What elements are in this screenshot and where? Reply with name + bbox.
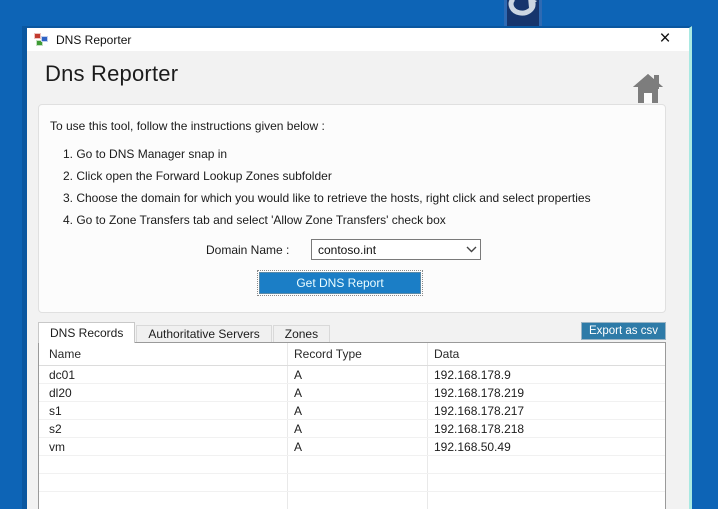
export-as-csv-button[interactable]: Export as csv (580, 322, 666, 340)
table-empty-row (39, 456, 665, 474)
table-empty-row (39, 492, 665, 509)
table-cell: 192.168.178.217 (434, 403, 525, 418)
tab-dns-records[interactable]: DNS Records (38, 322, 136, 343)
table-cell (428, 474, 664, 491)
table-cell: A (288, 366, 428, 383)
table-cell (428, 456, 664, 473)
page-title: Dns Reporter (45, 61, 179, 86)
domain-name-combobox[interactable]: contoso.int (311, 239, 481, 260)
titlebar[interactable]: DNS Reporter × (27, 28, 689, 51)
table-body: dc01 A 192.168.178.9 dl20 A 192.168.178.219 s1… (39, 366, 665, 509)
table-cell (288, 492, 428, 509)
app-icon (34, 32, 49, 47)
close-icon[interactable]: × (654, 28, 676, 50)
column-header[interactable]: Record Type (288, 343, 428, 365)
instruction-step: 1. Go to DNS Manager snap in (63, 147, 228, 161)
table-cell: A (288, 384, 428, 401)
chevron-down-icon (462, 246, 480, 253)
table-cell (39, 456, 288, 473)
table-row[interactable]: s1 A 192.168.178.217 (39, 402, 665, 420)
column-header[interactable]: Data (428, 343, 664, 365)
tab-zones[interactable]: Zones (272, 325, 331, 342)
table-cell (288, 474, 428, 491)
table-cell (39, 474, 288, 491)
table-header: Name Record Type Data (39, 343, 665, 366)
desktop: DNS Reporter × Dns Reporter To use this … (0, 0, 718, 509)
table-row[interactable]: vm A 192.168.50.49 (39, 438, 665, 456)
table-cell: dl20 (39, 384, 288, 401)
column-header[interactable]: Name (39, 343, 288, 365)
instructions-intro: To use this tool, follow the instruction… (50, 119, 325, 133)
tab-authoritative-servers[interactable]: Authoritative Servers (136, 325, 272, 342)
table-row[interactable]: dc01 A 192.168.178.9 (39, 366, 665, 384)
table-cell: A (288, 402, 428, 419)
instruction-step: 2. Click open the Forward Lookup Zones s… (63, 169, 332, 183)
get-dns-report-button[interactable]: Get DNS Report (257, 270, 423, 296)
table-row[interactable]: s2 A 192.168.178.218 (39, 420, 665, 438)
table-cell: dc01 (39, 366, 288, 383)
table-cell: 192.168.178.9 (434, 367, 511, 382)
instruction-step: 4. Go to Zone Transfers tab and select '… (63, 213, 446, 227)
home-icon[interactable] (633, 73, 663, 105)
window-title: DNS Reporter (56, 32, 132, 47)
domain-name-label: Domain Name : (206, 243, 290, 257)
table-cell: 192.168.50.49 (434, 439, 511, 454)
instruction-steps: 1. Go to DNS Manager snap in 2. Click ope… (63, 143, 591, 231)
table-cell: vm (39, 438, 288, 455)
circular-arrow-icon (508, 0, 538, 26)
table-cell: A (288, 420, 428, 437)
table-cell: 192.168.178.219 (434, 385, 525, 400)
table-cell (39, 492, 288, 509)
table-cell: A (288, 438, 428, 455)
table-cell: s1 (39, 402, 288, 419)
instruction-step: 3. Choose the domain for which you would… (63, 191, 591, 205)
table-empty-row (39, 474, 665, 492)
table-cell: 192.168.178.218 (434, 421, 525, 436)
client-area: Dns Reporter To use this tool, follow th… (27, 51, 689, 509)
table-row[interactable]: dl20 A 192.168.178.219 (39, 384, 665, 402)
table-cell: s2 (39, 420, 288, 437)
tab-strip: DNS Records Authoritative Servers Zones Exp… (38, 321, 666, 343)
table-cell (288, 456, 428, 473)
dns-records-tab-page: Name Record Type Data dc01 A 192.168.178.9 dl… (38, 342, 666, 509)
domain-name-value: contoso.int (318, 242, 377, 257)
app-taskbar-icon[interactable] (504, 0, 542, 26)
dns-reporter-window: DNS Reporter × Dns Reporter To use this … (22, 26, 692, 509)
table-cell (428, 492, 664, 509)
instructions-panel: To use this tool, follow the instruction… (38, 104, 666, 313)
